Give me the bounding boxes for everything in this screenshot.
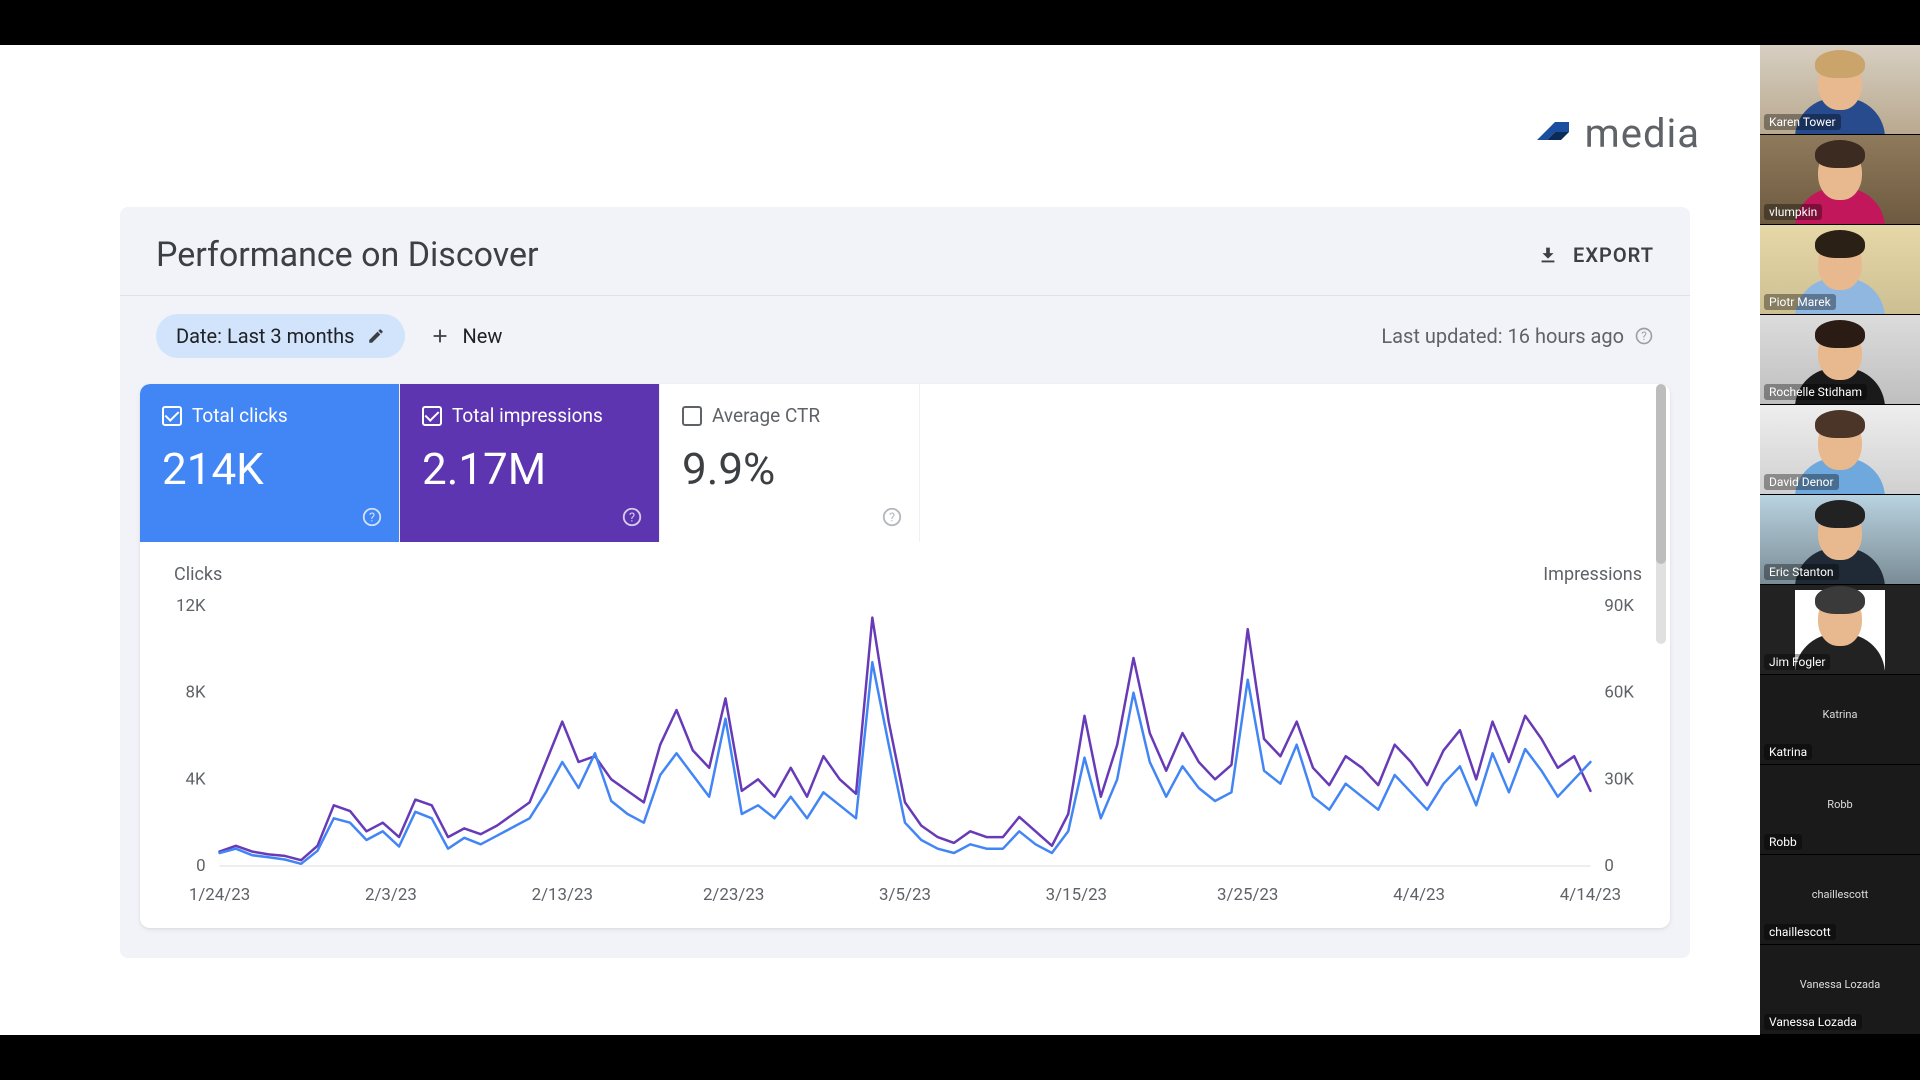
- help-icon[interactable]: ?: [881, 506, 903, 528]
- participant-tile[interactable]: vlumpkin: [1760, 135, 1920, 225]
- participant-name-center: chaillescott: [1812, 888, 1869, 901]
- participant-tile[interactable]: Robb Robb: [1760, 765, 1920, 855]
- svg-text:?: ?: [889, 511, 895, 526]
- metric-label: Total clicks: [192, 404, 288, 427]
- metric-value: 2.17M: [422, 443, 637, 495]
- date-chip[interactable]: Date: Last 3 months: [156, 314, 405, 358]
- svg-text:0: 0: [196, 856, 205, 876]
- metric-label: Average CTR: [712, 404, 820, 427]
- card-scrollbar-thumb[interactable]: [1656, 384, 1666, 564]
- participant-name: Jim Fogler: [1764, 654, 1830, 670]
- last-updated-text: Last updated: 16 hours ago: [1381, 324, 1624, 348]
- participant-name: Karen Tower: [1764, 114, 1841, 130]
- participant-name: vlumpkin: [1764, 204, 1822, 220]
- participant-name: David Denor: [1764, 474, 1839, 490]
- svg-text:90K: 90K: [1604, 596, 1634, 616]
- participant-name: Piotr Marek: [1764, 294, 1836, 310]
- svg-text:3/5/23: 3/5/23: [879, 885, 931, 905]
- participant-tile[interactable]: Eric Stanton: [1760, 495, 1920, 585]
- svg-text:4K: 4K: [186, 769, 206, 789]
- participant-name-center: Katrina: [1823, 708, 1858, 721]
- metric-total-impressions[interactable]: Total impressions 2.17M ?: [400, 384, 660, 542]
- svg-text:?: ?: [369, 511, 375, 526]
- svg-text:0: 0: [1604, 856, 1613, 876]
- metric-value: 214K: [162, 443, 377, 495]
- participant-tile[interactable]: Katrina Katrina: [1760, 675, 1920, 765]
- svg-text:3/25/23: 3/25/23: [1217, 885, 1278, 905]
- help-icon[interactable]: ?: [621, 506, 643, 528]
- participant-name-center: Vanessa Lozada: [1800, 978, 1880, 991]
- svg-text:4/14/23: 4/14/23: [1560, 885, 1621, 905]
- svg-text:2/13/23: 2/13/23: [532, 885, 593, 905]
- metrics-card: Total clicks 214K ? Total impressions 2.…: [140, 384, 1670, 928]
- help-icon[interactable]: ?: [1634, 326, 1654, 346]
- svg-text:?: ?: [1641, 329, 1647, 343]
- participant-tile[interactable]: Rochelle Stidham: [1760, 315, 1920, 405]
- export-label: EXPORT: [1573, 243, 1654, 267]
- brand-logo: media: [1533, 110, 1700, 157]
- participant-name: Vanessa Lozada: [1764, 1014, 1862, 1030]
- pencil-icon: [367, 327, 385, 345]
- participant-name: Eric Stanton: [1764, 564, 1839, 580]
- metric-average-ctr[interactable]: Average CTR 9.9% ?: [660, 384, 920, 542]
- panel-header: Performance on Discover EXPORT: [120, 207, 1690, 296]
- last-updated: Last updated: 16 hours ago ?: [1381, 324, 1654, 348]
- metric-row: Total clicks 214K ? Total impressions 2.…: [140, 384, 1670, 542]
- screenshare-stage: media Performance on Discover EXPORT Dat…: [0, 45, 1760, 1035]
- metric-label: Total impressions: [452, 404, 603, 427]
- left-axis-title: Clicks: [174, 564, 222, 585]
- participant-tile[interactable]: David Denor: [1760, 405, 1920, 495]
- export-button[interactable]: EXPORT: [1537, 243, 1654, 267]
- filter-left: Date: Last 3 months New: [156, 314, 502, 358]
- right-axis-title: Impressions: [1543, 564, 1642, 585]
- svg-text:8K: 8K: [186, 683, 206, 703]
- participant-name: Katrina: [1764, 744, 1812, 760]
- add-filter-button[interactable]: New: [429, 324, 503, 348]
- checkbox-icon: [422, 406, 442, 426]
- panel-title: Performance on Discover: [156, 235, 539, 275]
- participant-name-center: Robb: [1827, 798, 1852, 811]
- download-icon: [1537, 244, 1559, 266]
- performance-chart[interactable]: 0 4K 8K 12K 0 30K 60K 90K 1/24/23 2/3/23 2/13/23 2/…: [150, 558, 1660, 918]
- participant-tile[interactable]: Vanessa Lozada Vanessa Lozada: [1760, 945, 1920, 1035]
- svg-text:60K: 60K: [1604, 683, 1634, 703]
- performance-panel: Performance on Discover EXPORT Date: Las…: [120, 207, 1690, 958]
- svg-text:12K: 12K: [176, 596, 206, 616]
- participant-tile[interactable]: chaillescott chaillescott: [1760, 855, 1920, 945]
- date-chip-label: Date: Last 3 months: [176, 324, 355, 348]
- new-filter-label: New: [463, 324, 503, 348]
- checkbox-icon: [162, 406, 182, 426]
- svg-text:30K: 30K: [1604, 769, 1634, 789]
- svg-text:3/15/23: 3/15/23: [1046, 885, 1107, 905]
- participant-name: chaillescott: [1764, 924, 1836, 940]
- participant-tile[interactable]: Jim Fogler: [1760, 585, 1920, 675]
- svg-text:2/23/23: 2/23/23: [703, 885, 764, 905]
- brand-name: media: [1585, 110, 1700, 157]
- chart-area: Clicks Impressions 0 4K 8K 12K 0 30K 60K 90K 1/2…: [140, 542, 1670, 928]
- plus-icon: [429, 325, 451, 347]
- svg-text:1/24/23: 1/24/23: [189, 885, 250, 905]
- svg-text:?: ?: [629, 511, 635, 526]
- checkbox-icon: [682, 406, 702, 426]
- help-icon[interactable]: ?: [361, 506, 383, 528]
- zoom-participant-strip: Karen Tower vlumpkin Piotr: [1760, 45, 1920, 1035]
- brand-mark-icon: [1533, 114, 1573, 154]
- participant-tile[interactable]: Karen Tower: [1760, 45, 1920, 135]
- svg-text:2/3/23: 2/3/23: [365, 885, 417, 905]
- metric-total-clicks[interactable]: Total clicks 214K ?: [140, 384, 400, 542]
- participant-tile[interactable]: Piotr Marek: [1760, 225, 1920, 315]
- participant-name: Rochelle Stidham: [1764, 384, 1867, 400]
- filter-row: Date: Last 3 months New Last updated: 16…: [120, 296, 1690, 384]
- metric-value: 9.9%: [682, 443, 897, 495]
- participant-name: Robb: [1764, 834, 1802, 850]
- svg-text:4/4/23: 4/4/23: [1393, 885, 1445, 905]
